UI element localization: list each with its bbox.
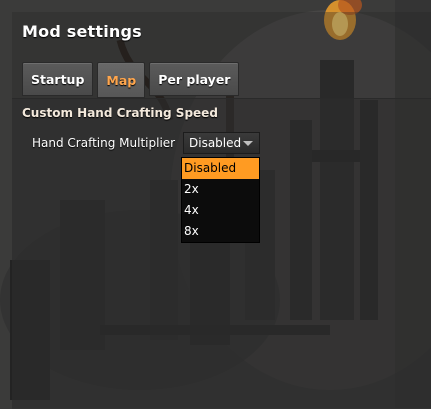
tab-per-player[interactable]: Per player — [149, 62, 240, 96]
tab-bar: Startup Map Per player — [22, 62, 243, 98]
mod-settings-window: Mod settings Startup Map Per player Cust… — [12, 12, 431, 409]
dropdown-value: Disabled — [189, 136, 242, 150]
section-title: Custom Hand Crafting Speed — [22, 106, 218, 120]
chevron-down-icon — [243, 141, 253, 146]
dropdown-option-4x[interactable]: 4x — [182, 200, 259, 221]
dropdown-option-disabled[interactable]: Disabled — [182, 158, 259, 179]
dropdown-options-list: Disabled 2x 4x 8x — [181, 157, 260, 243]
window-title: Mod settings — [22, 22, 142, 41]
settings-panel: Custom Hand Crafting Speed Hand Crafting… — [12, 98, 431, 409]
hand-crafting-multiplier-dropdown[interactable]: Disabled — [183, 132, 260, 154]
dropdown-option-8x[interactable]: 8x — [182, 221, 259, 242]
dropdown-option-2x[interactable]: 2x — [182, 179, 259, 200]
tab-map[interactable]: Map — [97, 62, 146, 98]
setting-label: Hand Crafting Multiplier — [32, 136, 176, 150]
tab-startup[interactable]: Startup — [22, 62, 94, 96]
